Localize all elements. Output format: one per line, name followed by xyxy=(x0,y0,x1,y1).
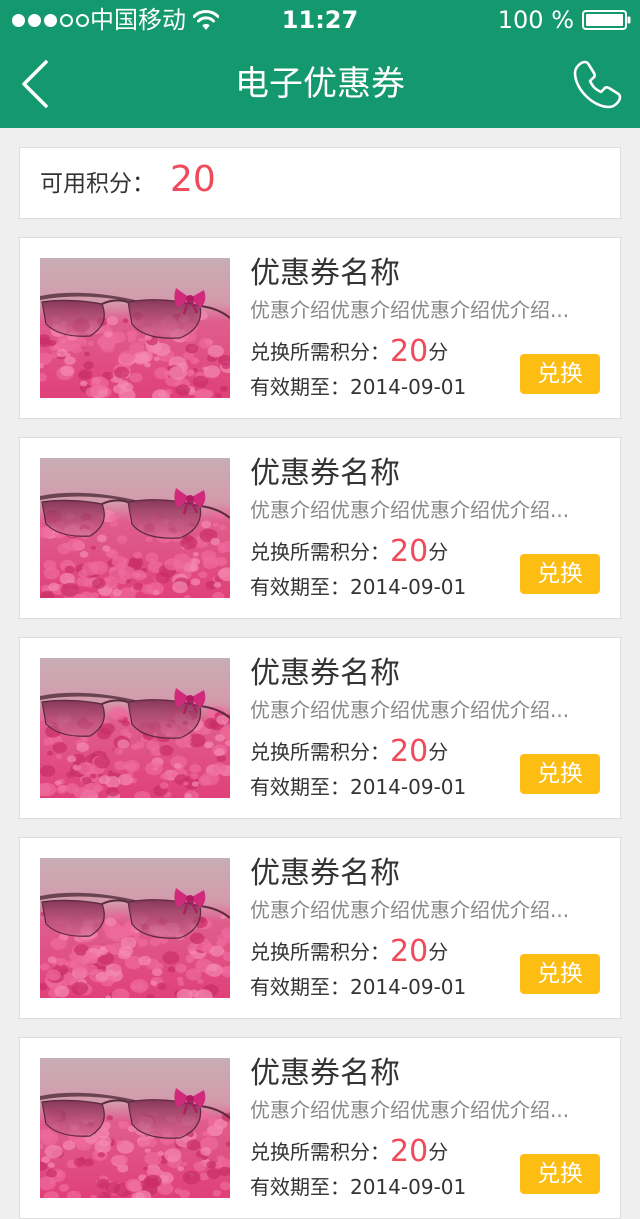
redeem-button[interactable]: 兑换 xyxy=(520,954,600,994)
coupon-description: 优惠介绍优惠介绍优惠介绍优介绍... xyxy=(250,898,570,922)
coupon-name: 优惠券名称 xyxy=(250,856,400,891)
cost-label: 兑换所需积分： xyxy=(250,340,390,364)
cost-value: 20 xyxy=(390,734,429,769)
coupon-cost: 兑换所需积分：20分 xyxy=(250,734,448,770)
app-header: 中国移动 11:27 100 % 电子优惠券 xyxy=(0,0,640,128)
signal-dot xyxy=(76,13,89,27)
coupon-image xyxy=(40,458,230,598)
coupon-name: 优惠券名称 xyxy=(250,456,400,491)
signal-dot xyxy=(44,13,57,27)
coupon-image xyxy=(40,858,230,998)
coupon-expiry: 有效期至：2014-09-01 xyxy=(250,572,466,602)
coupon-card[interactable]: 优惠券名称 优惠介绍优惠介绍优惠介绍优介绍... 兑换所需积分：20分 有效期至… xyxy=(19,1037,621,1219)
cost-value: 20 xyxy=(390,534,429,569)
cost-unit: 分 xyxy=(428,1140,449,1164)
expiry-date: 2014-09-01 xyxy=(350,975,467,999)
battery-icon xyxy=(582,10,631,30)
cost-unit: 分 xyxy=(428,740,449,764)
coupon-expiry: 有效期至：2014-09-01 xyxy=(250,772,466,802)
cost-label: 兑换所需积分： xyxy=(250,540,390,564)
coupon-description: 优惠介绍优惠介绍优惠介绍优介绍... xyxy=(250,1098,570,1122)
expiry-label: 有效期至： xyxy=(250,775,350,799)
redeem-button[interactable]: 兑换 xyxy=(520,354,600,394)
redeem-button[interactable]: 兑换 xyxy=(520,1154,600,1194)
coupon-image xyxy=(40,1058,230,1198)
phone-icon[interactable] xyxy=(570,58,624,112)
cost-value: 20 xyxy=(390,1134,429,1169)
sunglasses-image xyxy=(40,858,230,998)
expiry-label: 有效期至： xyxy=(250,375,350,399)
coupon-name: 优惠券名称 xyxy=(250,256,400,291)
navigation-bar: 电子优惠券 xyxy=(0,40,640,128)
coupon-image xyxy=(40,258,230,398)
coupon-name: 优惠券名称 xyxy=(250,1056,400,1091)
coupon-name: 优惠券名称 xyxy=(250,656,400,691)
points-card: 可用积分： 20 xyxy=(19,147,621,219)
signal-dot xyxy=(28,13,41,27)
redeem-button[interactable]: 兑换 xyxy=(520,554,600,594)
sunglasses-image xyxy=(40,1058,230,1198)
signal-strength-icon xyxy=(12,12,92,28)
cost-value: 20 xyxy=(390,334,429,369)
coupon-cost: 兑换所需积分：20分 xyxy=(250,334,448,370)
points-value: 20 xyxy=(170,159,216,200)
coupon-expiry: 有效期至：2014-09-01 xyxy=(250,372,466,402)
signal-dot xyxy=(60,13,73,27)
sunglasses-image xyxy=(40,258,230,398)
page-title: 电子优惠券 xyxy=(235,64,405,104)
expiry-label: 有效期至： xyxy=(250,1175,350,1199)
cost-label: 兑换所需积分： xyxy=(250,940,390,964)
cost-value: 20 xyxy=(390,934,429,969)
cost-label: 兑换所需积分： xyxy=(250,1140,390,1164)
cost-label: 兑换所需积分： xyxy=(250,740,390,764)
expiry-label: 有效期至： xyxy=(250,575,350,599)
status-time: 11:27 xyxy=(281,6,359,34)
coupon-card[interactable]: 优惠券名称 优惠介绍优惠介绍优惠介绍优介绍... 兑换所需积分：20分 有效期至… xyxy=(19,237,621,419)
status-bar: 中国移动 11:27 100 % xyxy=(0,0,640,40)
cost-unit: 分 xyxy=(428,340,449,364)
coupon-expiry: 有效期至：2014-09-01 xyxy=(250,972,466,1002)
signal-dot xyxy=(12,13,25,27)
coupon-description: 优惠介绍优惠介绍优惠介绍优介绍... xyxy=(250,698,570,722)
cost-unit: 分 xyxy=(428,540,449,564)
battery-percentage: 100 % xyxy=(497,6,574,34)
coupon-card[interactable]: 优惠券名称 优惠介绍优惠介绍优惠介绍优介绍... 兑换所需积分：20分 有效期至… xyxy=(19,837,621,1019)
expiry-label: 有效期至： xyxy=(250,975,350,999)
coupon-expiry: 有效期至：2014-09-01 xyxy=(250,1172,466,1202)
coupon-image xyxy=(40,658,230,798)
carrier-name: 中国移动 xyxy=(90,6,186,34)
coupon-cost: 兑换所需积分：20分 xyxy=(250,934,448,970)
coupon-card[interactable]: 优惠券名称 优惠介绍优惠介绍优惠介绍优介绍... 兑换所需积分：20分 有效期至… xyxy=(19,437,621,619)
expiry-date: 2014-09-01 xyxy=(350,375,467,399)
cost-unit: 分 xyxy=(428,940,449,964)
expiry-date: 2014-09-01 xyxy=(350,575,467,599)
wifi-icon xyxy=(193,10,219,30)
coupon-cost: 兑换所需积分：20分 xyxy=(250,534,448,570)
redeem-button[interactable]: 兑换 xyxy=(520,754,600,794)
points-label: 可用积分： xyxy=(40,171,155,197)
coupon-description: 优惠介绍优惠介绍优惠介绍优介绍... xyxy=(250,298,570,322)
expiry-date: 2014-09-01 xyxy=(350,775,467,799)
sunglasses-image xyxy=(40,458,230,598)
back-button[interactable] xyxy=(12,54,68,114)
sunglasses-image xyxy=(40,658,230,798)
coupon-card[interactable]: 优惠券名称 优惠介绍优惠介绍优惠介绍优介绍... 兑换所需积分：20分 有效期至… xyxy=(19,637,621,819)
expiry-date: 2014-09-01 xyxy=(350,1175,467,1199)
coupon-cost: 兑换所需积分：20分 xyxy=(250,1134,448,1170)
coupon-description: 优惠介绍优惠介绍优惠介绍优介绍... xyxy=(250,498,570,522)
